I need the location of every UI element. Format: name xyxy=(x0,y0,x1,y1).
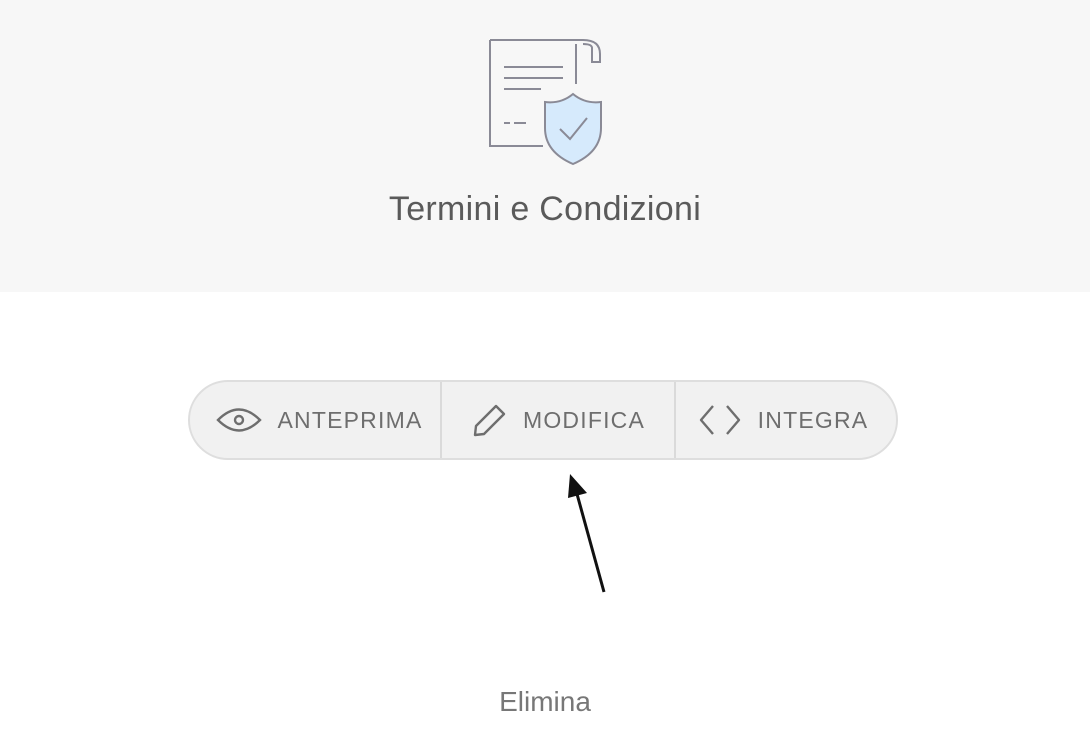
action-button-group: ANTEPRIMA MODIFICA INTEGRA xyxy=(188,380,898,460)
preview-button[interactable]: ANTEPRIMA xyxy=(190,382,442,458)
embed-button-label: INTEGRA xyxy=(757,406,869,433)
eye-icon xyxy=(215,408,262,432)
edit-button[interactable]: MODIFICA xyxy=(442,382,676,458)
pencil-icon xyxy=(473,404,506,437)
delete-link[interactable]: Elimina xyxy=(0,686,1090,718)
preview-button-label: ANTEPRIMA xyxy=(277,406,423,433)
header-section: Termini e Condizioni xyxy=(0,0,1090,292)
embed-button[interactable]: INTEGRA xyxy=(676,382,896,458)
page-title: Termini e Condizioni xyxy=(388,190,702,228)
code-icon xyxy=(699,405,740,435)
document-shield-icon xyxy=(489,39,602,166)
edit-button-label: MODIFICA xyxy=(522,406,646,433)
pointer-arrow-icon xyxy=(568,474,606,593)
